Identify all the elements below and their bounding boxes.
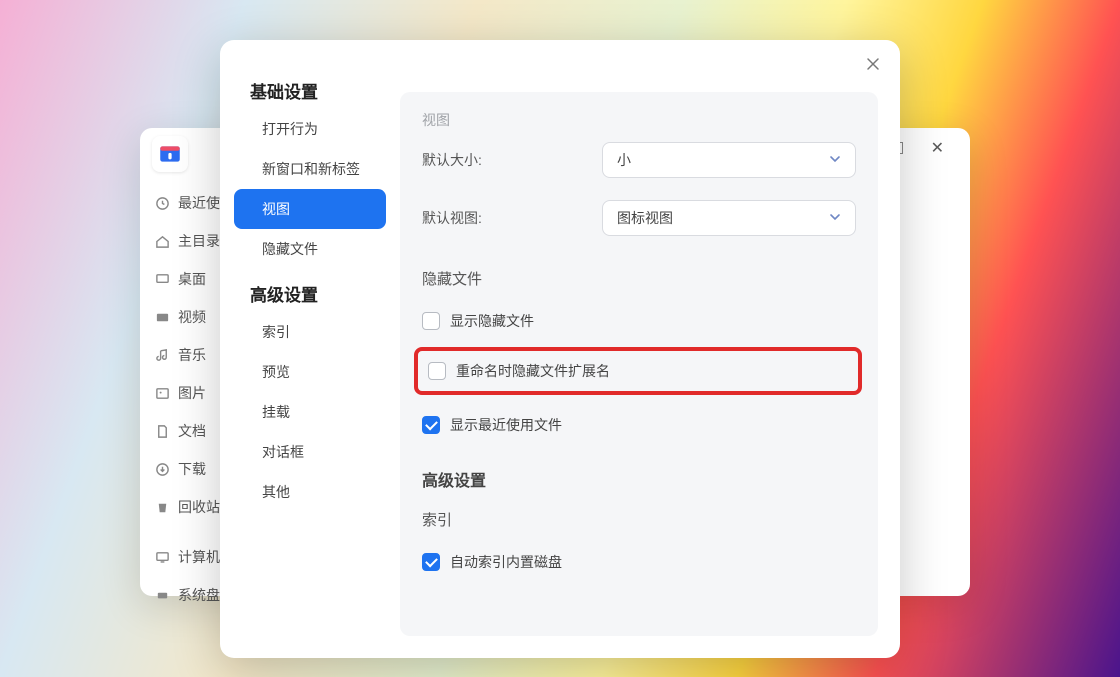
checkbox-show-hidden[interactable]: 显示隐藏文件 [400, 303, 878, 339]
sidebar-label: 计算机 [178, 547, 220, 567]
highlighted-setting-hide-ext: 重命名时隐藏文件扩展名 [414, 347, 862, 395]
music-icon [154, 347, 170, 363]
nav-item-mount[interactable]: 挂载 [234, 392, 386, 432]
disk-icon [154, 587, 170, 603]
settings-panel: 视图 默认大小: 小 默认视图: 图标视图 隐藏文件 显示隐藏文件 重命名时隐藏… [400, 92, 878, 636]
checkbox-icon[interactable] [422, 416, 440, 434]
close-icon[interactable]: ✕ [931, 138, 944, 158]
select-value: 图标视图 [617, 208, 673, 228]
sidebar-label: 下载 [178, 459, 206, 479]
select-value: 小 [617, 150, 631, 170]
nav-item-hidden-files[interactable]: 隐藏文件 [234, 229, 386, 269]
nav-item-new-window-tab[interactable]: 新窗口和新标签 [234, 149, 386, 189]
sidebar-label: 音乐 [178, 345, 206, 365]
sidebar-label: 主目录 [178, 231, 220, 251]
close-icon [866, 57, 880, 71]
section-hidden-files: 隐藏文件 [400, 258, 878, 303]
select-default-size[interactable]: 小 [602, 142, 856, 178]
sidebar-label: 回收站 [178, 497, 220, 517]
checkbox-label: 显示最近使用文件 [450, 415, 562, 435]
setting-default-view: 默认视图: 图标视图 [400, 200, 878, 236]
checkbox-label: 重命名时隐藏文件扩展名 [456, 361, 610, 381]
sidebar-label: 系统盘 [178, 585, 220, 605]
nav-item-open-behavior[interactable]: 打开行为 [234, 109, 386, 149]
home-icon [154, 233, 170, 249]
nav-item-index[interactable]: 索引 [234, 312, 386, 352]
sidebar-label: 图片 [178, 383, 206, 403]
chevron-down-icon [829, 210, 841, 226]
sidebar-label: 文档 [178, 421, 206, 441]
sidebar-label: 视频 [178, 307, 206, 327]
label-default-size: 默认大小: [422, 150, 602, 170]
window-controls: ✕ [891, 128, 970, 168]
video-icon [154, 309, 170, 325]
download-icon [154, 461, 170, 477]
file-manager-icon [157, 141, 183, 167]
sidebar-label: 最近使 [178, 193, 220, 213]
select-default-view[interactable]: 图标视图 [602, 200, 856, 236]
doc-icon [154, 423, 170, 439]
chevron-down-icon [829, 152, 841, 168]
computer-icon [154, 549, 170, 565]
nav-item-dialog[interactable]: 对话框 [234, 432, 386, 472]
nav-section-advanced: 高级设置 [220, 269, 400, 312]
clock-icon [154, 195, 170, 211]
setting-default-size: 默认大小: 小 [400, 142, 878, 178]
panel-scrolled-heading: 视图 [400, 110, 878, 130]
section-index: 索引 [400, 505, 878, 544]
settings-dialog: 基础设置 打开行为 新窗口和新标签 视图 隐藏文件 高级设置 索引 预览 挂载 … [220, 40, 900, 658]
trash-icon [154, 499, 170, 515]
settings-nav: 基础设置 打开行为 新窗口和新标签 视图 隐藏文件 高级设置 索引 预览 挂载 … [220, 40, 400, 658]
checkbox-label: 自动索引内置磁盘 [450, 552, 562, 572]
app-icon [152, 136, 188, 172]
checkbox-auto-index[interactable]: 自动索引内置磁盘 [400, 544, 878, 580]
picture-icon [154, 385, 170, 401]
checkbox-icon[interactable] [422, 312, 440, 330]
label-default-view: 默认视图: [422, 208, 602, 228]
dialog-close-button[interactable] [864, 56, 882, 74]
checkbox-icon[interactable] [422, 553, 440, 571]
nav-section-basic: 基础设置 [220, 66, 400, 109]
nav-item-view[interactable]: 视图 [234, 189, 386, 229]
desktop-icon [154, 271, 170, 287]
nav-item-other[interactable]: 其他 [234, 472, 386, 512]
checkbox-show-recent[interactable]: 显示最近使用文件 [400, 407, 878, 443]
checkbox-label: 显示隐藏文件 [450, 311, 534, 331]
checkbox-hide-ext-on-rename[interactable] [428, 362, 446, 380]
sidebar-label: 桌面 [178, 269, 206, 289]
section-advanced: 高级设置 [400, 457, 878, 505]
nav-item-preview[interactable]: 预览 [234, 352, 386, 392]
